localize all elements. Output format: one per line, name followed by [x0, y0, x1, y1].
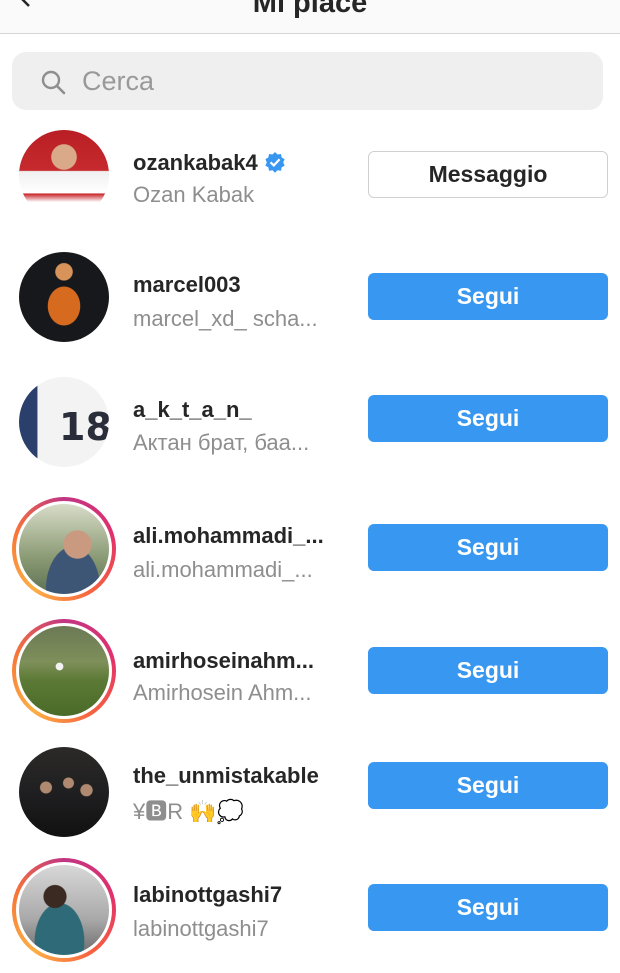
list-item[interactable]: amirhoseinahm... Amirhosein Ahm... Segui — [0, 619, 620, 729]
message-button[interactable]: Messaggio — [368, 151, 608, 198]
avatar[interactable]: 18 — [12, 370, 116, 474]
header-bar: Mi piace — [0, 0, 620, 34]
search-icon — [41, 70, 66, 95]
full-name: labinottgashi7 — [133, 916, 269, 941]
username[interactable]: marcel003 — [133, 272, 241, 298]
full-name: ¥🅱R 🙌💭 — [133, 799, 245, 824]
full-name: Amirhosein Ahm... — [133, 680, 312, 705]
avatar[interactable] — [12, 858, 116, 962]
follow-button[interactable]: Segui — [368, 395, 608, 442]
follow-button[interactable]: Segui — [368, 273, 608, 320]
full-name: marcel_xd_ scha... — [133, 306, 318, 331]
username[interactable]: a_k_t_a_n_ — [133, 397, 252, 423]
verified-badge-icon — [265, 152, 285, 173]
username[interactable]: ozankabak4 — [133, 150, 286, 176]
avatar[interactable] — [12, 245, 116, 349]
search-bar[interactable] — [12, 52, 603, 110]
follow-button[interactable]: Segui — [368, 884, 608, 931]
list-item[interactable]: 18 a_k_t_a_n_ Актан брат, баа... Segui — [0, 370, 620, 480]
full-name: ali.mohammadi_... — [133, 557, 313, 582]
username[interactable]: ali.mohammadi_... — [133, 523, 324, 549]
avatar[interactable] — [12, 740, 116, 844]
follow-button[interactable]: Segui — [368, 762, 608, 809]
username[interactable]: labinottgashi7 — [133, 882, 282, 908]
list-item[interactable]: marcel003 marcel_xd_ scha... Segui — [0, 245, 620, 355]
username[interactable]: amirhoseinahm... — [133, 648, 314, 674]
full-name: Ozan Kabak — [133, 182, 255, 207]
search-input[interactable] — [82, 64, 562, 98]
avatar[interactable] — [12, 123, 116, 227]
follow-button[interactable]: Segui — [368, 647, 608, 694]
list-item[interactable]: ozankabak4 Ozan Kabak Messaggio — [0, 123, 620, 233]
list-item[interactable]: the_unmistakable ¥🅱R 🙌💭 Segui — [0, 740, 620, 850]
follow-button[interactable]: Segui — [368, 524, 608, 571]
list-item[interactable]: labinottgashi7 labinottgashi7 Segui — [0, 858, 620, 968]
username[interactable]: the_unmistakable — [133, 763, 319, 789]
avatar[interactable] — [12, 497, 116, 601]
avatar[interactable] — [12, 619, 116, 723]
list-item[interactable]: ali.mohammadi_... ali.mohammadi_... Segu… — [0, 497, 620, 607]
page-title: Mi piace — [252, 0, 368, 19]
full-name: Актан брат, баа... — [133, 430, 310, 455]
